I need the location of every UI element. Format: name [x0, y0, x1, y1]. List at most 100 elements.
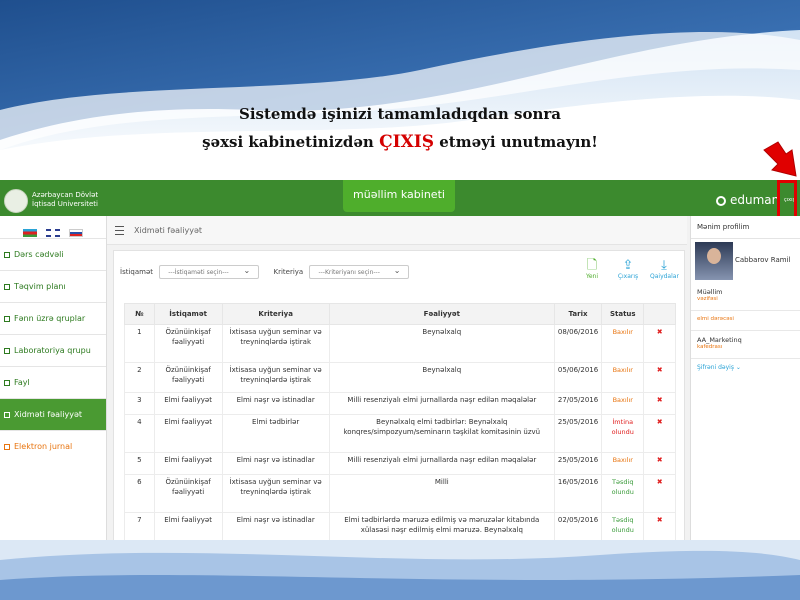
- sidebar-item-groups[interactable]: Fənn üzrə qruplar: [0, 302, 106, 334]
- cell-activity: Milli resenziyalı elmi jurnallarda nəşr …: [328, 452, 555, 475]
- col-activity: Fəaliyyət: [328, 303, 555, 325]
- cell-activity: Beynəlxalq elmi tədbirlər: Beynəlxalq ko…: [328, 414, 555, 453]
- sidebar-item-label: Fayl: [14, 378, 30, 387]
- cell-criteria: İxtisasa uyğun seminar və treyninqlərdə …: [221, 324, 330, 363]
- profile-title: Mənim profilim: [691, 216, 800, 239]
- direction-filter-label: İstiqamət: [120, 268, 154, 276]
- cell-criteria: İxtisasa uyğun seminar və treyninqlərdə …: [221, 474, 330, 513]
- cell-number: 5: [124, 452, 155, 475]
- export-button-label: Çıxarış: [617, 273, 639, 280]
- col-date: Tarix: [553, 303, 603, 325]
- cell-criteria: İxtisasa uyğun seminar və treyninqlərdə …: [221, 362, 330, 393]
- flag-az-icon[interactable]: [22, 228, 37, 237]
- share-icon: ⇪: [622, 258, 634, 273]
- cell-direction: Elmi fəaliyyət: [153, 452, 223, 475]
- col-criteria: Kriteriya: [221, 303, 330, 325]
- cell-criteria: Elmi nəşr və istinadlar: [221, 392, 330, 415]
- sidebar-item-journal[interactable]: Elektron jurnal: [0, 430, 106, 462]
- cell-criteria: Elmi nəşr və istinadlar: [221, 452, 330, 475]
- delete-icon[interactable]: ✖: [657, 418, 663, 426]
- cell-criteria: Elmi tədbirlər: [221, 414, 330, 453]
- delete-cell: ✖: [643, 324, 676, 363]
- flag-uk-icon[interactable]: [46, 228, 60, 237]
- delete-cell: ✖: [643, 362, 676, 393]
- delete-icon[interactable]: ✖: [657, 328, 663, 336]
- university-name-line-2: İqtisad Universiteti: [32, 200, 98, 208]
- sidebar-item-calendar[interactable]: Təqvim planı: [0, 270, 106, 302]
- left-sidebar: Dərs cədvəli Təqvim planı Fənn üzrə qrup…: [0, 216, 107, 540]
- direction-select[interactable]: ---İstiqaməti seçin---: [159, 264, 260, 279]
- teacher-cabinet-button[interactable]: müəllim kabineti: [343, 180, 455, 212]
- caption-exit-highlight: ÇIXIŞ: [379, 132, 434, 152]
- cell-direction: Özünüinkişaf fəaliyyəti: [153, 324, 223, 363]
- pointer-arrow-icon: [763, 141, 797, 177]
- delete-cell: ✖: [643, 512, 676, 540]
- university-name: Azərbaycan Dövlət İqtisad Universiteti: [32, 191, 98, 209]
- journal-icon: [4, 443, 10, 450]
- delete-icon[interactable]: ✖: [657, 396, 663, 404]
- table-row: 3 Elmi fəaliyyət Elmi nəşr və istinadlar Mi…: [124, 392, 676, 415]
- profile-name: Cabbarov Ramil: [735, 256, 791, 264]
- caption-line-2-start: şəxsi kabinetinizdən: [202, 133, 374, 151]
- table-row: 4 Elmi fəaliyyət Elmi tədbirlər Beynəlxalq …: [124, 414, 676, 453]
- cell-status: Təsdiq olundu: [601, 474, 645, 513]
- table-row: 7 Elmi fəaliyyət Elmi nəşr və istinadlar El…: [124, 512, 676, 540]
- caption-line-1: Sistemdə işinizi tamamladıqdan sonra: [239, 105, 561, 123]
- rules-button[interactable]: ⤓ Qaiydalar: [650, 258, 679, 281]
- top-bar: Azərbaycan Dövlət İqtisad Universiteti m…: [0, 180, 800, 228]
- eduman-brand-text: eduman: [730, 193, 780, 207]
- cell-activity: Milli: [328, 474, 555, 513]
- cell-number: 7: [124, 512, 155, 540]
- cell-date: 27/05/2016: [553, 392, 603, 415]
- col-number: №: [124, 303, 155, 325]
- table-icon: [4, 251, 10, 258]
- cell-number: 4: [124, 414, 155, 453]
- profile-divider: [691, 310, 800, 311]
- cell-status: Baxılır: [601, 392, 645, 415]
- sidebar-item-lab[interactable]: Laboratoriya qrupu: [0, 334, 106, 366]
- table-header-row: № İstiqamət Kriteriya Fəaliyyət Tarix St…: [124, 303, 676, 325]
- delete-icon[interactable]: ✖: [657, 366, 663, 374]
- file-icon: [4, 379, 10, 386]
- cell-status: Baxılır: [601, 324, 645, 363]
- table-row: 6 Özünüinkişaf fəaliyyəti İxtisasa uyğun s…: [124, 474, 676, 513]
- caption-line-2: şəxsi kabinetinizdən ÇIXIŞ etməyi unutma…: [0, 128, 800, 156]
- cell-direction: Elmi fəaliyyət: [153, 392, 223, 415]
- delete-icon[interactable]: ✖: [657, 456, 663, 464]
- profile-department-caption: kafedrası: [697, 344, 723, 350]
- delete-icon[interactable]: ✖: [657, 478, 663, 486]
- activity-panel: İstiqamət ---İstiqaməti seçin--- Kriteri…: [113, 250, 685, 540]
- add-file-icon: 🗋: [586, 258, 598, 273]
- eduman-brand: eduman: [716, 193, 779, 207]
- col-status: Status: [601, 303, 645, 325]
- download-icon: ⤓: [661, 258, 667, 273]
- caption-line-2-end: etməyi unutmayın!: [439, 133, 598, 151]
- eduman-logo-icon: [716, 196, 726, 206]
- sidebar-item-service-activity[interactable]: Xidməti fəaliyyət: [0, 398, 106, 430]
- cell-direction: Özünüinkişaf fəaliyyəti: [153, 474, 223, 513]
- table-body: 1 Özünüinkişaf fəaliyyəti İxtisasa uyğun s…: [124, 324, 676, 540]
- sidebar-item-label: Xidməti fəaliyyət: [14, 410, 83, 419]
- instruction-caption: Sistemdə işinizi tamamladıqdan sonra şəx…: [0, 100, 800, 156]
- lab-icon: [4, 347, 10, 354]
- menu-toggle-icon[interactable]: [115, 225, 124, 235]
- sidebar-item-label: Təqvim planı: [14, 282, 66, 291]
- criteria-select[interactable]: ---Kriteriyanı seçin---: [309, 264, 410, 279]
- delete-cell: ✖: [643, 392, 676, 415]
- new-button[interactable]: 🗋 Yeni: [578, 258, 606, 281]
- delete-icon[interactable]: ✖: [657, 516, 663, 524]
- change-password-link[interactable]: Şifrəni dəyiş ⌄: [697, 364, 741, 371]
- profile-department-name: AA_Marketinq: [697, 336, 742, 344]
- sidebar-item-label: Dərs cədvəli: [14, 250, 64, 259]
- avatar: [695, 242, 733, 280]
- cell-activity: Elmi tədbirlərdə məruzə edilmiş və məruz…: [328, 512, 555, 540]
- export-button[interactable]: ⇪ Çıxarış: [614, 258, 642, 281]
- sidebar-item-file[interactable]: Fayl: [0, 366, 106, 398]
- action-buttons: 🗋 Yeni ⇪ Çıxarış ⤓ Qaiydalar: [578, 258, 679, 281]
- chart-icon: [4, 411, 10, 418]
- new-button-label: Yeni: [585, 273, 599, 280]
- flag-ru-icon[interactable]: [69, 228, 84, 237]
- sidebar-item-schedule[interactable]: Dərs cədvəli: [0, 238, 106, 270]
- right-profile-panel: Mənim profilim Cabbarov Ramil Müəllim və…: [690, 216, 800, 540]
- cell-date: 08/06/2016: [553, 324, 603, 363]
